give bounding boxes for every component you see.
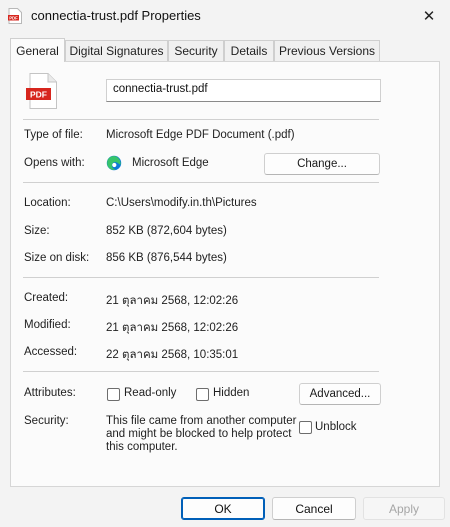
read-only-label: Read-only [124,387,177,399]
close-icon: ✕ [422,8,436,25]
divider [23,182,379,183]
security-message-line-2: and might be blocked to help protect [106,428,292,440]
opens-with-value: Microsoft Edge [132,157,209,169]
file-name-input[interactable]: connectia-trust.pdf [106,79,381,102]
unblock-checkbox[interactable] [299,421,312,434]
hidden-label: Hidden [213,387,250,399]
divider [23,277,379,278]
type-of-file-value: Microsoft Edge PDF Document (.pdf) [106,129,295,141]
created-label: Created: [24,292,69,304]
divider [23,119,379,120]
tab-previous-versions[interactable]: Previous Versions [274,40,380,61]
attributes-label: Attributes: [24,387,76,399]
apply-button[interactable]: Apply [363,497,445,520]
tab-security[interactable]: Security [168,40,224,61]
general-panel: PDF connectia-trust.pdf Type of file: Mi… [10,61,440,487]
opens-with-label: Opens with: [24,157,85,169]
pdf-document-icon: PDF [26,73,57,109]
change-button[interactable]: Change... [264,153,380,175]
size-label: Size: [24,225,50,237]
modified-value: 21 ตุลาคม 2568, 12:02:26 [106,322,239,334]
size-value: 852 KB (872,604 bytes) [106,225,227,237]
read-only-checkbox[interactable] [107,388,120,401]
accessed-label: Accessed: [24,346,78,358]
tab-details[interactable]: Details [224,40,274,61]
tab-general[interactable]: General [10,38,65,62]
advanced-button[interactable]: Advanced... [299,383,381,405]
tab-digital-signatures[interactable]: Digital Signatures [65,40,168,61]
security-label: Security: [24,415,69,427]
svg-text:PDF: PDF [9,16,18,21]
svg-text:PDF: PDF [30,89,47,99]
hidden-checkbox[interactable] [196,388,209,401]
ok-button[interactable]: OK [181,497,265,520]
created-value: 21 ตุลาคม 2568, 12:02:26 [106,295,239,307]
microsoft-edge-icon [106,155,122,171]
close-button[interactable]: ✕ [416,3,442,29]
title-bar: PDF connectia-trust.pdf Properties ✕ [0,0,450,32]
unblock-label: Unblock [315,421,357,433]
location-label: Location: [24,197,71,209]
security-message-line-1: This file came from another computer [106,415,297,427]
cancel-button[interactable]: Cancel [272,497,356,520]
size-on-disk-label: Size on disk: [24,252,90,264]
security-message-line-3: this computer. [106,441,178,453]
location-value: C:\Users\modify.in.th\Pictures [106,197,257,209]
type-of-file-label: Type of file: [24,129,83,141]
pdf-file-icon: PDF [8,8,22,24]
modified-label: Modified: [24,319,71,331]
size-on-disk-value: 856 KB (876,544 bytes) [106,252,227,264]
accessed-value: 22 ตุลาคม 2568, 10:35:01 [106,349,239,361]
divider [23,371,379,372]
window-title: connectia-trust.pdf Properties [31,8,201,23]
